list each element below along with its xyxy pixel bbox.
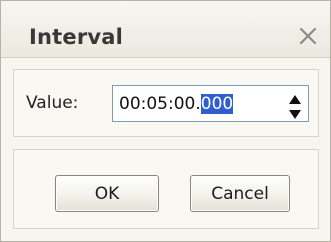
cancel-button[interactable]: Cancel [190, 175, 290, 212]
dialog-title: Interval [29, 25, 124, 49]
close-icon [299, 27, 317, 45]
value-prefix: 00:05:00. [119, 94, 201, 114]
ok-button[interactable]: OK [55, 175, 159, 212]
interval-value-text[interactable]: 00:05:00.000 [119, 94, 234, 114]
spin-arrows [288, 91, 302, 119]
spin-down-button[interactable] [288, 105, 302, 119]
value-label: Value: [26, 93, 79, 113]
spin-up-button[interactable] [288, 91, 302, 104]
interval-value-spinbox[interactable]: 00:05:00.000 [112, 85, 309, 122]
spin-down-arrow-icon [289, 110, 301, 119]
close-button[interactable] [295, 23, 321, 49]
value-selected-segment[interactable]: 000 [200, 94, 234, 114]
interval-dialog: Interval Value: 00:05:00.000 OK Cancel [0, 0, 331, 242]
title-bar[interactable]: Interval [1, 1, 330, 58]
